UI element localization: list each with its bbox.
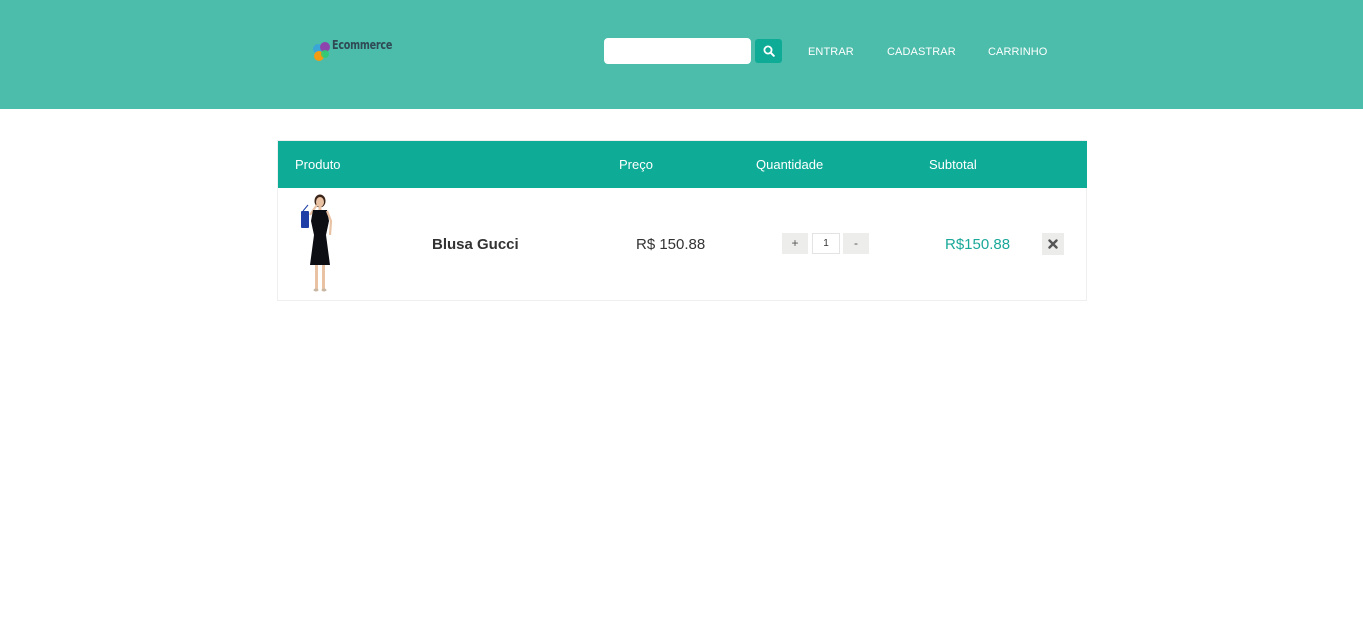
logo[interactable]: Ecommerce	[310, 38, 400, 68]
cart-table: Produto Preço Quantidade Subtotal Blusa …	[277, 140, 1087, 301]
search-icon	[763, 45, 775, 57]
cart-table-header: Produto Preço Quantidade Subtotal	[278, 141, 1087, 188]
search-input[interactable]	[604, 38, 751, 64]
logo-text: Ecommerce	[332, 38, 393, 52]
product-image[interactable]	[288, 191, 352, 297]
top-header: Ecommerce ENTRAR CADASTRAR CARRINHO	[0, 0, 1363, 109]
column-header-quantidade: Quantidade	[756, 157, 824, 172]
nav-entrar-link[interactable]: ENTRAR	[808, 46, 854, 58]
nav-carrinho-link[interactable]: CARRINHO	[988, 46, 1047, 58]
quantity-input[interactable]	[812, 233, 840, 254]
cart-item-row: Blusa Gucci R$ 150.88 + - R$150.88	[278, 188, 1087, 301]
column-header-produto: Produto	[295, 157, 341, 172]
column-header-subtotal: Subtotal	[929, 157, 977, 172]
quantity-increase-button[interactable]: +	[782, 233, 808, 254]
column-header-preco: Preço	[619, 157, 653, 172]
product-price: R$ 150.88	[636, 236, 706, 253]
remove-item-button[interactable]	[1042, 233, 1064, 255]
search-button[interactable]	[755, 39, 782, 63]
close-icon	[1048, 239, 1058, 249]
product-name[interactable]: Blusa Gucci	[432, 236, 519, 253]
item-subtotal: R$150.88	[945, 236, 1011, 253]
quantity-decrease-button[interactable]: -	[843, 233, 869, 254]
nav-cadastrar-link[interactable]: CADASTRAR	[887, 46, 956, 58]
